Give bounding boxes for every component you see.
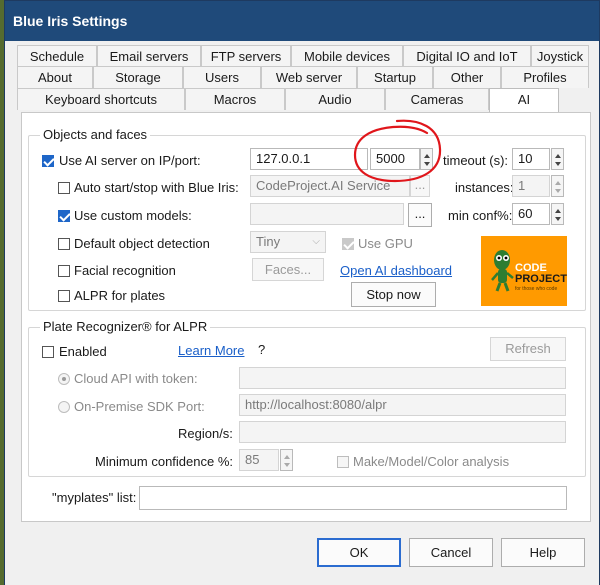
- tab-email-servers[interactable]: Email servers: [97, 45, 201, 67]
- tab-cameras[interactable]: Cameras: [385, 88, 489, 110]
- cloud-api-label: Cloud API with token:: [74, 371, 198, 386]
- tab-keyboard-shortcuts[interactable]: Keyboard shortcuts: [17, 88, 185, 110]
- min-conf-stepper[interactable]: [551, 203, 564, 225]
- logo-tagline: for those who code: [515, 286, 558, 292]
- tab-ftp-servers[interactable]: FTP servers: [201, 45, 291, 67]
- cancel-button[interactable]: Cancel: [409, 538, 493, 567]
- use-gpu-label: Use GPU: [358, 236, 413, 251]
- plate-min-conf-input[interactable]: 85: [239, 449, 279, 471]
- dialog-footer: OK Cancel Help: [5, 523, 599, 585]
- help-mark: ?: [258, 342, 266, 357]
- default-detection-label: Default object detection: [74, 236, 210, 251]
- codeproject-logo: CODE PROJECT for those who code: [481, 236, 567, 306]
- facial-recognition-label: Facial recognition: [74, 263, 176, 278]
- tab-mobile-devices[interactable]: Mobile devices: [291, 45, 403, 67]
- plate-recognizer-title: Plate Recognizer® for ALPR: [40, 319, 211, 334]
- tab-macros[interactable]: Macros: [185, 88, 285, 110]
- cloud-token-input[interactable]: [239, 367, 566, 389]
- model-size-value: Tiny: [256, 234, 281, 249]
- tab-storage[interactable]: Storage: [93, 66, 183, 88]
- instances-input[interactable]: 1: [512, 175, 550, 197]
- custom-models-path-input[interactable]: [250, 203, 404, 225]
- on-premise-url-input[interactable]: http://localhost:8080/alpr: [239, 394, 566, 416]
- tab-profiles[interactable]: Profiles: [501, 66, 589, 88]
- plate-enabled-label: Enabled: [59, 344, 107, 359]
- tab-schedule[interactable]: Schedule: [17, 45, 97, 67]
- mmc-checkbox[interactable]: [337, 456, 349, 468]
- plate-min-conf-label: Minimum confidence %:: [95, 454, 233, 469]
- ai-tab-panel: Objects and faces Use AI server on IP/po…: [21, 112, 591, 522]
- cloud-api-radio[interactable]: [58, 373, 70, 385]
- tab-joystick[interactable]: Joystick: [531, 45, 589, 67]
- use-gpu-checkbox[interactable]: [342, 238, 354, 250]
- mmc-label: Make/Model/Color analysis: [353, 454, 510, 469]
- tab-startup[interactable]: Startup: [357, 66, 433, 88]
- help-button[interactable]: Help: [501, 538, 585, 567]
- on-premise-label: On-Premise SDK Port:: [74, 399, 205, 414]
- default-detection-checkbox[interactable]: [58, 238, 70, 250]
- objects-faces-title: Objects and faces: [40, 127, 151, 142]
- tab-about[interactable]: About: [17, 66, 93, 88]
- alpr-label: ALPR for plates: [74, 288, 166, 303]
- instances-stepper[interactable]: [551, 175, 564, 197]
- facial-recognition-checkbox[interactable]: [58, 265, 70, 277]
- use-ai-label: Use AI server on IP/port:: [59, 153, 201, 168]
- custom-models-browse-button[interactable]: ...: [408, 203, 432, 227]
- tab-ai[interactable]: AI: [489, 88, 559, 113]
- myplates-input[interactable]: [139, 486, 567, 510]
- faces-button[interactable]: Faces...: [252, 258, 324, 281]
- region-input[interactable]: [239, 421, 566, 443]
- window-title: Blue Iris Settings: [5, 1, 599, 41]
- min-conf-input[interactable]: 60: [512, 203, 550, 225]
- tab-users[interactable]: Users: [183, 66, 261, 88]
- open-ai-dashboard-link[interactable]: Open AI dashboard: [340, 263, 452, 278]
- logo-text-bottom: PROJECT: [515, 273, 567, 285]
- custom-models-checkbox[interactable]: [58, 210, 70, 222]
- custom-models-label: Use custom models:: [74, 208, 192, 223]
- tab-strip: Schedule Email servers FTP servers Mobil…: [17, 45, 589, 113]
- tab-other[interactable]: Other: [433, 66, 501, 88]
- plate-min-conf-stepper[interactable]: [280, 449, 293, 471]
- learn-more-link[interactable]: Learn More: [178, 343, 244, 358]
- model-size-select[interactable]: Tiny ⌵: [250, 231, 326, 253]
- region-label: Region/s:: [178, 426, 233, 441]
- timeout-label: timeout (s):: [443, 153, 509, 168]
- chevron-down-icon: ⌵: [312, 236, 320, 247]
- alpr-checkbox[interactable]: [58, 290, 70, 302]
- min-conf-label: min conf%:: [448, 208, 513, 223]
- myplates-label: "myplates" list:: [52, 490, 137, 505]
- on-premise-radio[interactable]: [58, 401, 70, 413]
- tab-digital-io[interactable]: Digital IO and IoT: [403, 45, 531, 67]
- annotation-circle: [353, 119, 442, 183]
- auto-start-checkbox[interactable]: [58, 182, 70, 194]
- plate-enabled-checkbox[interactable]: [42, 346, 54, 358]
- instances-label: instances:: [455, 180, 514, 195]
- settings-dialog: Blue Iris Settings Schedule Email server…: [4, 0, 600, 585]
- timeout-stepper[interactable]: [551, 148, 564, 170]
- timeout-input[interactable]: 10: [512, 148, 550, 170]
- use-ai-checkbox[interactable]: [42, 155, 54, 167]
- tab-web-server[interactable]: Web server: [261, 66, 357, 88]
- auto-start-label: Auto start/stop with Blue Iris:: [74, 180, 239, 195]
- stop-now-button[interactable]: Stop now: [351, 282, 436, 307]
- tab-audio[interactable]: Audio: [285, 88, 385, 110]
- ok-button[interactable]: OK: [317, 538, 401, 567]
- refresh-button[interactable]: Refresh: [490, 337, 566, 361]
